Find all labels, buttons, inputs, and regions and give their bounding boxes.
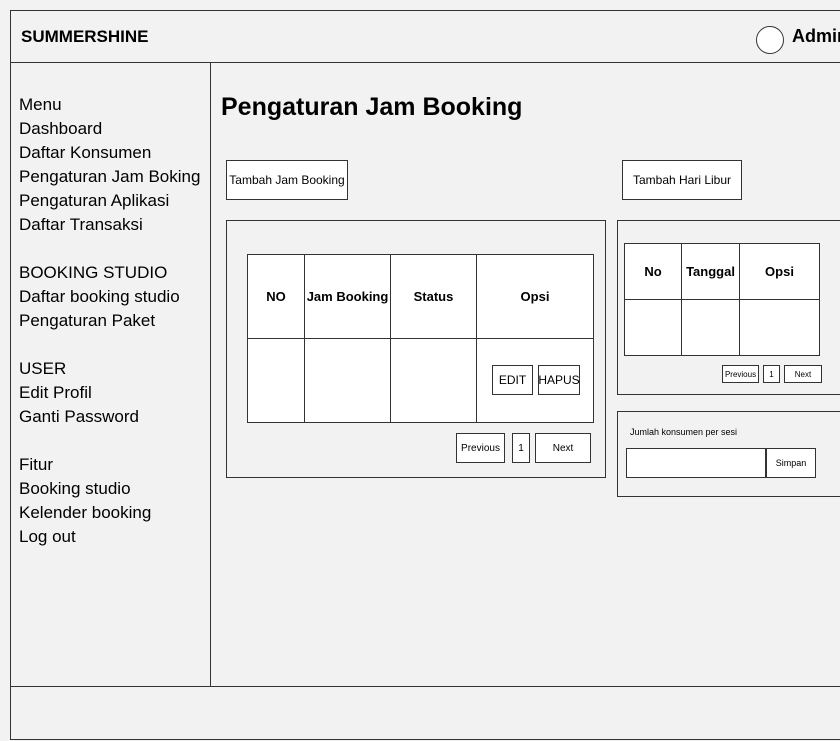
brand-name: SUMMERSHINE xyxy=(21,27,149,46)
page-title: Pengaturan Jam Booking xyxy=(221,93,523,121)
column-header-no: No xyxy=(624,243,682,300)
booking-hours-table: NO Jam Booking Status Opsi EDIT HAPUS xyxy=(247,254,594,423)
save-button[interactable]: Simpan xyxy=(766,448,816,478)
consumers-per-session-input[interactable] xyxy=(626,448,766,478)
table-row xyxy=(624,299,820,356)
table-cell xyxy=(390,338,477,423)
column-header-opsi: Opsi xyxy=(739,243,820,300)
table-header-row: NO Jam Booking Status Opsi xyxy=(247,254,594,339)
sidebar-section-heading-booking-studio: BOOKING STUDIO xyxy=(19,263,168,282)
table-cell xyxy=(304,338,391,423)
previous-page-button[interactable]: Previous xyxy=(722,365,759,383)
previous-page-button[interactable]: Previous xyxy=(456,433,505,463)
sidebar-item-pengaturan-aplikasi[interactable]: Pengaturan Aplikasi xyxy=(19,189,200,213)
sidebar-item-log-out[interactable]: Log out xyxy=(19,525,200,549)
sidebar: Menu Dashboard Daftar Konsumen Pengatura… xyxy=(11,63,211,686)
sidebar-item-daftar-booking-studio[interactable]: Daftar booking studio xyxy=(19,285,200,309)
edit-button[interactable]: EDIT xyxy=(492,365,533,395)
column-header-opsi: Opsi xyxy=(476,254,594,339)
user-name[interactable]: Admin xyxy=(792,26,840,47)
next-page-button[interactable]: Next xyxy=(784,365,822,383)
page-number-button[interactable]: 1 xyxy=(512,433,530,463)
table-header-row: No Tanggal Opsi xyxy=(624,243,820,300)
holidays-table: No Tanggal Opsi xyxy=(624,243,820,356)
table-row: EDIT HAPUS xyxy=(247,338,594,423)
next-page-button[interactable]: Next xyxy=(535,433,591,463)
sidebar-item-pengaturan-jam-boking[interactable]: Pengaturan Jam Boking xyxy=(19,165,200,189)
sidebar-menu: Menu Dashboard Daftar Konsumen Pengatura… xyxy=(19,93,200,549)
table-cell xyxy=(624,299,682,356)
page-number-button[interactable]: 1 xyxy=(763,365,780,383)
sidebar-item-daftar-transaksi[interactable]: Daftar Transaksi xyxy=(19,213,200,237)
column-header-status: Status xyxy=(390,254,477,339)
add-booking-hour-button[interactable]: Tambah Jam Booking xyxy=(226,160,348,200)
sidebar-section-heading-user: USER xyxy=(19,359,67,378)
sidebar-section-heading-fitur: Fitur xyxy=(19,455,53,474)
session-settings-panel: Jumlah konsumen per sesi Simpan xyxy=(617,411,840,497)
main-content: Pengaturan Jam Booking Tambah Jam Bookin… xyxy=(211,63,840,686)
column-header-tanggal: Tanggal xyxy=(681,243,740,300)
holidays-panel: No Tanggal Opsi Previous 1 Next xyxy=(617,220,840,395)
sidebar-item-daftar-konsumen[interactable]: Daftar Konsumen xyxy=(19,141,200,165)
footer xyxy=(11,686,840,741)
consumers-per-session-label: Jumlah konsumen per sesi xyxy=(630,427,738,437)
table-cell xyxy=(681,299,740,356)
column-header-no: NO xyxy=(247,254,305,339)
booking-hours-panel: NO Jam Booking Status Opsi EDIT HAPUS Pr… xyxy=(226,220,606,478)
sidebar-item-dashboard[interactable]: Dashboard xyxy=(19,117,200,141)
sidebar-item-edit-profil[interactable]: Edit Profil xyxy=(19,381,200,405)
sidebar-item-ganti-password[interactable]: Ganti Password xyxy=(19,405,200,429)
sidebar-item-booking-studio[interactable]: Booking studio xyxy=(19,477,200,501)
column-header-jam-booking: Jam Booking xyxy=(304,254,391,339)
table-cell-actions: EDIT HAPUS xyxy=(476,338,594,423)
table-cell xyxy=(739,299,820,356)
app-frame: SUMMERSHINE Admin Menu Dashboard Daftar … xyxy=(10,10,840,740)
delete-button[interactable]: HAPUS xyxy=(538,365,580,395)
sidebar-item-pengaturan-paket[interactable]: Pengaturan Paket xyxy=(19,309,200,333)
table-cell xyxy=(247,338,305,423)
header: SUMMERSHINE Admin xyxy=(11,11,840,63)
sidebar-item-kelender-booking[interactable]: Kelender booking xyxy=(19,501,200,525)
avatar[interactable] xyxy=(756,26,784,54)
sidebar-section-heading-menu: Menu xyxy=(19,95,62,114)
add-holiday-button[interactable]: Tambah Hari Libur xyxy=(622,160,742,200)
